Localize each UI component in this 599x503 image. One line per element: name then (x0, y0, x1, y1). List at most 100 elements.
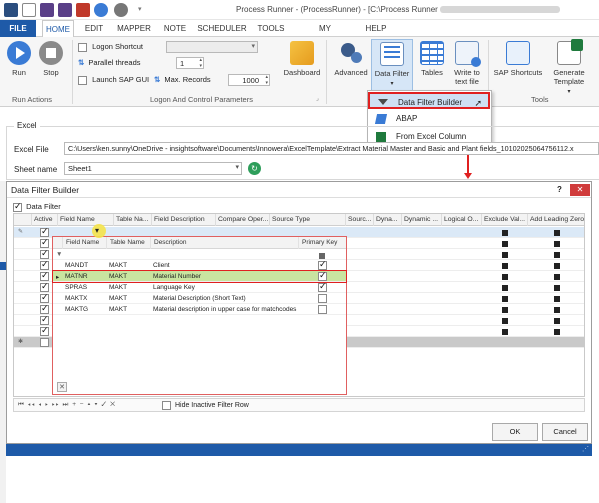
active-checkbox[interactable] (40, 338, 49, 347)
col-logical-operator[interactable]: Logical O... (442, 214, 482, 226)
lookup-col-field-name[interactable]: Field Name (63, 237, 107, 249)
active-checkbox[interactable] (40, 303, 49, 314)
lookup-col-table-name[interactable]: Table Name (107, 237, 151, 249)
spin-icon[interactable]: ▴ ▾ (199, 58, 202, 68)
lookup-row[interactable]: MAKTX MAKT Material Description (Short Tex… (53, 293, 346, 304)
exclude-values-indicator[interactable] (502, 252, 508, 258)
data-filter-button[interactable]: Data Filter ▾ (371, 39, 413, 91)
add-leading-zeros-indicator[interactable] (554, 329, 560, 335)
tab-help[interactable]: HELP (362, 20, 390, 37)
add-leading-zeros-indicator[interactable] (554, 241, 560, 247)
exclude-values-indicator[interactable] (502, 329, 508, 335)
tab-home[interactable]: HOME (42, 20, 74, 37)
help-icon[interactable]: ? (557, 185, 562, 194)
refresh-icon[interactable]: ↻ (248, 162, 261, 175)
active-checkbox[interactable] (40, 292, 49, 303)
customize-quick-access-icon[interactable]: ▾ (138, 5, 142, 13)
logon-shortcut-checkbox[interactable] (78, 42, 87, 52)
active-checkbox[interactable] (40, 237, 49, 248)
exclude-values-indicator[interactable] (502, 263, 508, 269)
sap-shortcuts-button[interactable]: SAP Shortcuts (492, 41, 544, 77)
tab-scheduler[interactable]: SCHEDULER (196, 20, 248, 37)
ok-button[interactable]: OK (492, 423, 538, 441)
active-checkbox[interactable] (40, 325, 49, 336)
add-leading-zeros-indicator[interactable] (554, 307, 560, 313)
exclude-values-indicator[interactable] (502, 285, 508, 291)
active-checkbox[interactable] (40, 259, 49, 270)
col-table-name[interactable]: Table Na... (114, 214, 152, 226)
add-leading-zeros-indicator[interactable] (554, 274, 560, 280)
new-file-icon[interactable] (22, 3, 36, 17)
active-checkbox[interactable] (40, 270, 49, 281)
logon-shortcut-select[interactable]: ▾ (166, 41, 258, 53)
grid-nav-buttons-icon[interactable]: ⏮ ◂◂ ◂ ▸ ▸▸ ⏭ + − ▴ ▾ ✓ ✕ (18, 401, 116, 409)
col-dynamic[interactable]: Dyna... (374, 214, 402, 226)
tab-file[interactable]: FILE (0, 20, 36, 37)
col-source-type[interactable]: Source Type (270, 214, 346, 226)
col-compare-operator[interactable]: Compare Oper... (216, 214, 270, 226)
exclude-values-indicator[interactable] (502, 230, 508, 236)
save-as-icon[interactable] (58, 3, 72, 17)
col-exclude-values[interactable]: Exclude Val... (482, 214, 528, 226)
advanced-button[interactable]: Advanced (332, 41, 370, 77)
lookup-row[interactable]: MANDT MAKT Client (53, 259, 346, 271)
record-icon[interactable] (76, 3, 90, 17)
col-add-leading-zeros[interactable]: Add Leading Zeros (528, 214, 584, 226)
tables-button[interactable]: Tables (416, 41, 448, 77)
tab-note[interactable]: NOTE (160, 20, 190, 37)
tab-edit[interactable]: EDIT (80, 20, 108, 37)
active-checkbox[interactable] (40, 281, 49, 292)
exclude-values-indicator[interactable] (502, 296, 508, 302)
hide-inactive-checkbox[interactable] (162, 401, 171, 410)
dashboard-button[interactable]: Dashboard (282, 41, 322, 77)
clear-lookup-icon[interactable]: ✕ (57, 382, 67, 392)
tab-mapper[interactable]: MAPPER (114, 20, 154, 37)
active-checkbox[interactable] (40, 314, 49, 325)
add-leading-zeros-indicator[interactable] (554, 230, 560, 236)
parallel-threads-stepper[interactable]: 1 ▴ ▾ (176, 57, 204, 69)
col-field-description[interactable]: Field Description (152, 214, 216, 226)
exclude-values-indicator[interactable] (502, 318, 508, 324)
sheet-name-select[interactable]: Sheet1 ▾ (64, 162, 242, 175)
menu-item-data-filter-builder[interactable]: Data Filter Builder ➚ (368, 92, 490, 109)
active-checkbox[interactable] (40, 226, 49, 237)
data-filter-checkbox[interactable] (13, 201, 22, 212)
tab-my-dashboard[interactable]: MY DASHBOARD (294, 20, 356, 50)
lookup-row[interactable]: SPRAS MAKT Language Key (53, 281, 346, 293)
close-icon[interactable]: ✕ (570, 184, 590, 196)
add-leading-zeros-indicator[interactable] (554, 263, 560, 269)
tab-tools[interactable]: TOOLS (254, 20, 288, 37)
col-active[interactable]: Active (32, 214, 58, 226)
col-dynamic-2[interactable]: Dynamic ... (402, 214, 442, 226)
active-checkbox[interactable] (40, 248, 49, 259)
add-leading-zeros-indicator[interactable] (554, 318, 560, 324)
cancel-button[interactable]: Cancel (542, 423, 588, 441)
excel-file-input[interactable]: C:\Users\ken.sunny\OneDrive - insightsof… (64, 142, 599, 155)
lookup-col-primary-key[interactable]: Primary Key (299, 237, 346, 249)
lookup-row[interactable]: ▸ MATNR MAKT Material Number (52, 270, 347, 283)
max-records-stepper[interactable]: 1000 ▴ ▾ (228, 74, 270, 86)
stop-button[interactable]: Stop (38, 41, 64, 77)
exclude-values-indicator[interactable] (502, 274, 508, 280)
run-button[interactable]: Run (6, 41, 32, 77)
exclude-values-indicator[interactable] (502, 241, 508, 247)
add-leading-zeros-indicator[interactable] (554, 285, 560, 291)
stop-quick-icon[interactable] (114, 3, 128, 17)
add-leading-zeros-indicator[interactable] (554, 296, 560, 302)
add-leading-zeros-indicator[interactable] (554, 252, 560, 258)
lookup-row[interactable]: MAKTG MAKT Material description in upper c… (53, 304, 346, 315)
launch-sap-gui-checkbox[interactable] (78, 75, 87, 85)
lookup-filter-row[interactable]: ▼ (53, 249, 346, 260)
field-name-dropdown-icon[interactable]: ▾ (95, 226, 99, 235)
dialog-launcher-icon[interactable]: ⌟ (316, 95, 319, 102)
exclude-values-indicator[interactable] (502, 307, 508, 313)
generate-template-button[interactable]: Generate Template ▾ (546, 39, 592, 97)
run-quick-icon[interactable] (94, 3, 108, 17)
lookup-col-description[interactable]: Description (151, 237, 299, 249)
spin-icon[interactable]: ▴ ▾ (265, 75, 268, 85)
resize-grip-icon[interactable]: ⋰ (582, 445, 589, 453)
col-source[interactable]: Sourc... (346, 214, 374, 226)
save-icon[interactable] (40, 3, 54, 17)
col-field-name[interactable]: Field Name (58, 214, 114, 226)
write-to-text-button[interactable]: Write to text file (450, 41, 484, 86)
